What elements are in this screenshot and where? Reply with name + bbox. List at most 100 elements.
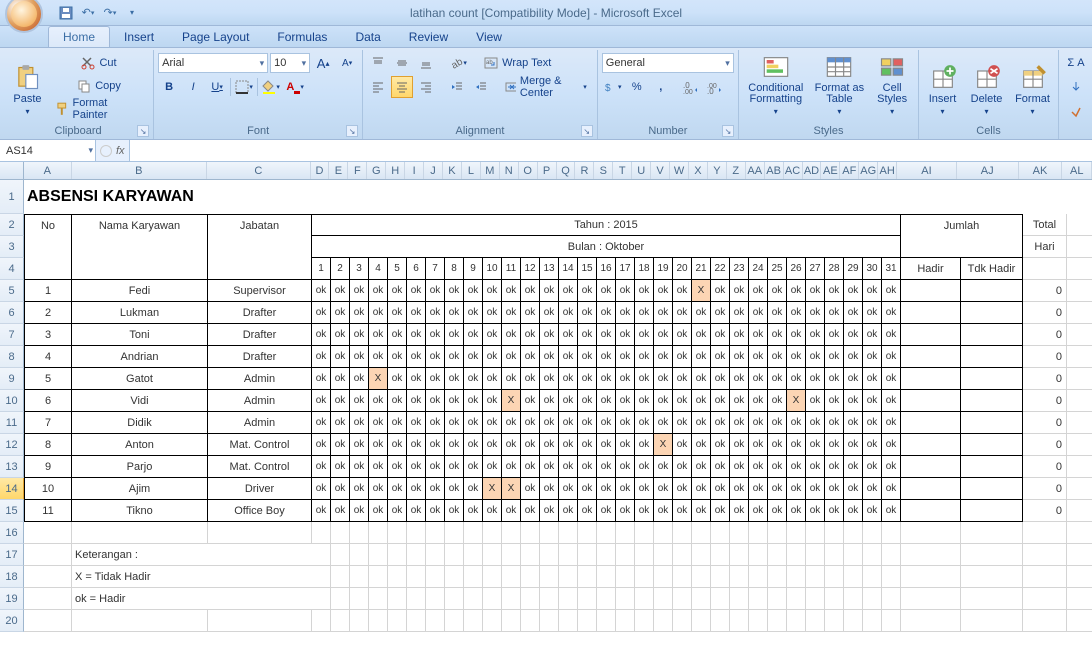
cell[interactable]: ok (559, 500, 578, 522)
cell[interactable]: 20 (673, 258, 692, 280)
cell[interactable] (24, 588, 72, 610)
cell[interactable]: ok (407, 280, 426, 302)
cell[interactable] (483, 588, 502, 610)
cell[interactable] (806, 522, 825, 544)
cell[interactable]: ok (369, 412, 388, 434)
cell[interactable]: ok (635, 368, 654, 390)
cell[interactable]: ok (749, 500, 768, 522)
cell[interactable]: ok (578, 390, 597, 412)
cell[interactable]: ok (616, 302, 635, 324)
cell[interactable] (901, 412, 961, 434)
cell[interactable] (540, 566, 559, 588)
cell[interactable]: ok (312, 456, 331, 478)
cell[interactable]: 0 (1023, 434, 1067, 456)
cell[interactable] (749, 544, 768, 566)
cell[interactable]: Lukman (72, 302, 208, 324)
cell[interactable]: ok (863, 456, 882, 478)
cell[interactable]: ok (388, 324, 407, 346)
cell[interactable]: No (24, 214, 72, 236)
cell[interactable] (692, 588, 711, 610)
cell[interactable] (768, 588, 787, 610)
cell[interactable]: ok (331, 500, 350, 522)
cell[interactable]: ok (407, 456, 426, 478)
tab-home[interactable]: Home (48, 26, 110, 47)
cell[interactable] (483, 610, 502, 632)
cell[interactable]: ok (863, 390, 882, 412)
row-header[interactable]: 11 (0, 412, 24, 434)
cell[interactable] (882, 610, 901, 632)
cell[interactable]: ok (559, 324, 578, 346)
cell[interactable]: ok (407, 346, 426, 368)
cell[interactable] (1023, 522, 1067, 544)
cell[interactable]: 4 (369, 258, 388, 280)
select-all-corner[interactable] (0, 162, 24, 179)
cell[interactable]: ok (312, 280, 331, 302)
dialog-launcher-icon[interactable]: ↘ (722, 125, 734, 137)
cell[interactable] (692, 544, 711, 566)
col-header[interactable]: F (348, 162, 367, 179)
cell[interactable] (901, 368, 961, 390)
cell[interactable]: ok (654, 280, 673, 302)
cell[interactable] (388, 544, 407, 566)
cell[interactable]: 2 (331, 258, 350, 280)
col-header[interactable]: AH (878, 162, 897, 179)
cell[interactable] (749, 610, 768, 632)
cell[interactable] (24, 236, 72, 258)
cell[interactable] (502, 544, 521, 566)
cell[interactable] (901, 522, 961, 544)
cell[interactable]: 8 (445, 258, 464, 280)
formula-input[interactable] (129, 140, 1092, 161)
cell[interactable]: ok (331, 412, 350, 434)
cell[interactable]: ok (445, 412, 464, 434)
cell[interactable]: ok (711, 346, 730, 368)
cell[interactable]: ok (350, 390, 369, 412)
cell[interactable]: ok (787, 368, 806, 390)
cell[interactable] (863, 522, 882, 544)
cell[interactable]: ok (749, 412, 768, 434)
cell[interactable] (540, 544, 559, 566)
cell[interactable]: ok (730, 324, 749, 346)
cell[interactable]: ok (616, 368, 635, 390)
cut-button[interactable]: Cut (52, 52, 149, 74)
cell[interactable]: ok (768, 390, 787, 412)
cell[interactable] (578, 566, 597, 588)
cell[interactable] (331, 588, 350, 610)
cell[interactable] (24, 522, 72, 544)
cell[interactable]: ok (768, 302, 787, 324)
cell[interactable] (331, 566, 350, 588)
col-header[interactable]: AD (803, 162, 822, 179)
cell[interactable]: ok (407, 324, 426, 346)
cell[interactable]: ok (445, 302, 464, 324)
col-header[interactable]: M (481, 162, 500, 179)
cell[interactable] (1067, 522, 1092, 544)
cell[interactable]: ok (312, 478, 331, 500)
cell[interactable]: Fedi (72, 280, 208, 302)
cell[interactable]: ok (673, 434, 692, 456)
cell[interactable] (654, 610, 673, 632)
cell[interactable] (597, 522, 616, 544)
cell[interactable] (901, 324, 961, 346)
cell[interactable]: ok (654, 346, 673, 368)
cell[interactable] (961, 478, 1023, 500)
cell[interactable] (388, 522, 407, 544)
cell[interactable]: ok (844, 346, 863, 368)
qat-customize-icon[interactable]: ▾ (122, 3, 142, 23)
paste-button[interactable]: Paste ▾ (7, 52, 48, 118)
cell[interactable]: ok (616, 346, 635, 368)
cell[interactable]: ok (597, 434, 616, 456)
cell[interactable]: ok (844, 456, 863, 478)
row-header[interactable]: 5 (0, 280, 24, 302)
conditional-formatting-button[interactable]: Conditional Formatting▾ (743, 52, 809, 118)
cell[interactable]: ok (635, 478, 654, 500)
cell[interactable] (635, 566, 654, 588)
cell[interactable] (72, 236, 208, 258)
cell[interactable] (559, 566, 578, 588)
cell[interactable]: ok (635, 324, 654, 346)
cell[interactable]: ok (521, 368, 540, 390)
cell[interactable]: ok (407, 302, 426, 324)
cell[interactable]: ok (464, 478, 483, 500)
cell[interactable] (312, 544, 331, 566)
cell[interactable]: ok (464, 412, 483, 434)
cell[interactable]: Hari (1023, 236, 1067, 258)
cell[interactable]: 11 (24, 500, 72, 522)
